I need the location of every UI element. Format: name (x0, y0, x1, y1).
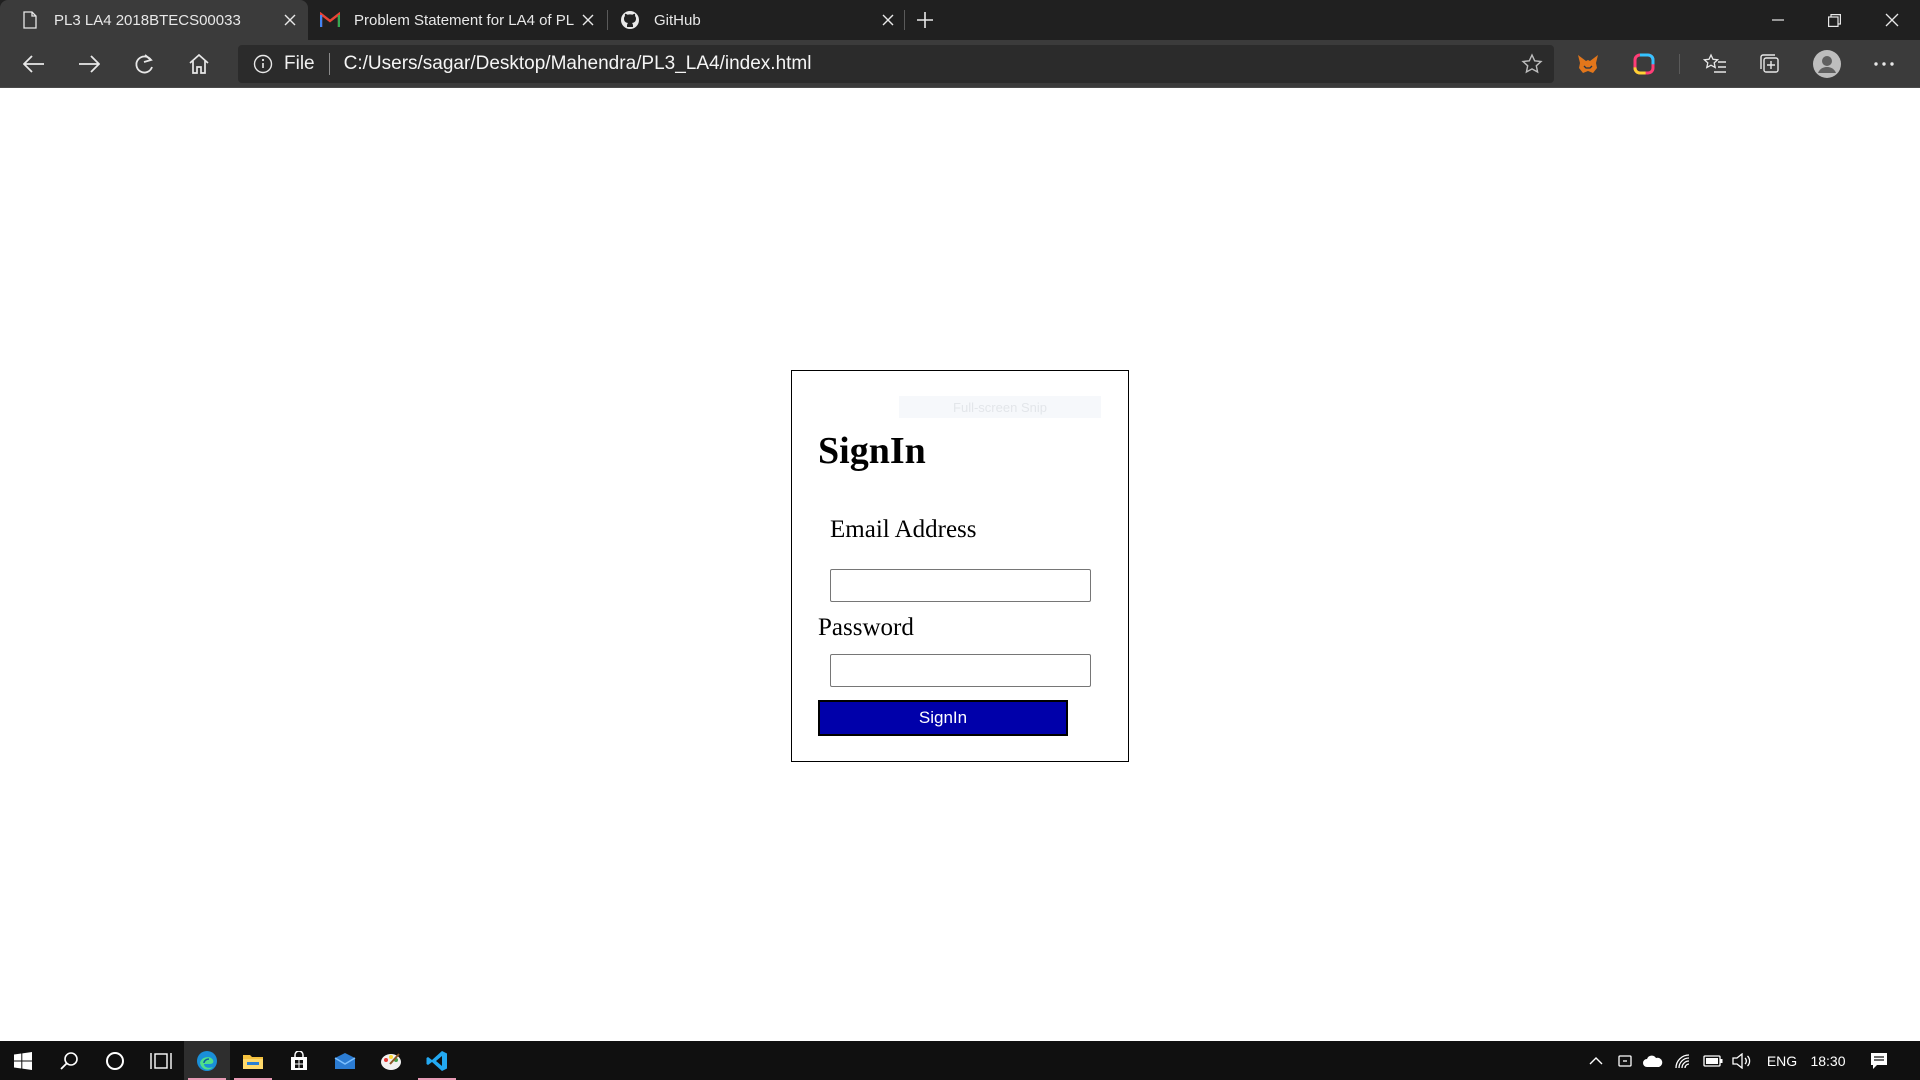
taskbar: ENG 18:30 (0, 1041, 1920, 1080)
search-icon[interactable] (46, 1041, 92, 1080)
wifi-icon[interactable] (1670, 1041, 1696, 1080)
forward-button[interactable] (71, 46, 107, 82)
home-button[interactable] (181, 46, 217, 82)
file-explorer-icon[interactable] (230, 1041, 276, 1080)
collections-icon[interactable] (1752, 46, 1788, 82)
paint-icon[interactable] (368, 1041, 414, 1080)
scheme-label: File (284, 53, 315, 74)
edge-taskbar-button[interactable] (184, 1041, 230, 1080)
battery-icon[interactable] (1700, 1041, 1726, 1080)
favorites-icon[interactable] (1697, 46, 1733, 82)
snip-overlay-label: Full-screen Snip (899, 396, 1101, 418)
close-window-button[interactable] (1864, 0, 1920, 40)
close-icon[interactable] (278, 8, 302, 32)
gmail-icon (320, 10, 340, 30)
page-icon (20, 10, 40, 30)
tab-title: Problem Statement for LA4 of PL (354, 11, 575, 29)
clock[interactable]: 18:30 (1806, 1041, 1850, 1080)
windows-start-icon[interactable] (0, 1041, 46, 1080)
meet-now-icon[interactable] (1612, 1041, 1638, 1080)
restore-button[interactable] (1806, 0, 1862, 40)
chevron-up-icon[interactable] (1582, 1041, 1610, 1080)
back-button[interactable] (16, 46, 52, 82)
cortana-icon[interactable] (92, 1041, 138, 1080)
url-text[interactable]: C:/Users/sagar/Desktop/Mahendra/PL3_LA4/… (344, 53, 812, 75)
minimize-button[interactable] (1750, 0, 1806, 40)
more-menu-icon[interactable] (1866, 46, 1902, 82)
page-content: Full-screen Snip SignIn Email Address Pa… (0, 89, 1920, 1041)
notification-icon[interactable] (1862, 1041, 1896, 1080)
onedrive-icon[interactable] (1640, 1041, 1666, 1080)
password-field[interactable] (830, 654, 1091, 687)
signin-heading: SignIn (818, 430, 926, 472)
address-divider (328, 53, 330, 75)
vscode-icon[interactable] (414, 1041, 460, 1080)
profile-avatar[interactable] (1809, 46, 1845, 82)
mail-icon[interactable] (322, 1041, 368, 1080)
favorite-star-icon[interactable] (1520, 52, 1544, 76)
signin-button[interactable]: SignIn (818, 700, 1068, 736)
close-icon[interactable] (876, 8, 900, 32)
tab-title: GitHub (654, 11, 701, 29)
address-bar[interactable]: File C:/Users/sagar/Desktop/Mahendra/PL3… (238, 45, 1554, 83)
email-field[interactable] (830, 569, 1091, 602)
tab-title: PL3 LA4 2018BTECS00033 (54, 11, 241, 29)
info-icon[interactable] (252, 53, 274, 75)
github-icon (620, 10, 640, 30)
tab-gmail[interactable]: Problem Statement for LA4 of PL (308, 0, 606, 40)
metamask-extension-icon[interactable] (1570, 46, 1606, 82)
password-label: Password (818, 614, 914, 641)
color-extension-icon[interactable] (1626, 46, 1662, 82)
language-indicator[interactable]: ENG (1760, 1041, 1804, 1080)
signin-form: Full-screen Snip SignIn Email Address Pa… (791, 370, 1129, 762)
volume-icon[interactable] (1728, 1041, 1756, 1080)
tab-github[interactable]: GitHub (608, 0, 906, 40)
new-tab-button[interactable] (910, 6, 940, 34)
refresh-button[interactable] (126, 46, 162, 82)
close-icon[interactable] (576, 8, 600, 32)
toolbar-separator (1679, 54, 1680, 74)
edge-icon (197, 1050, 217, 1071)
task-view-icon[interactable] (138, 1041, 184, 1080)
store-icon[interactable] (276, 1041, 322, 1080)
email-label: Email Address (830, 516, 977, 543)
tab-separator (904, 10, 905, 30)
tab-active[interactable]: PL3 LA4 2018BTECS00033 (0, 0, 308, 40)
browser-toolbar: File C:/Users/sagar/Desktop/Mahendra/PL3… (0, 40, 1920, 88)
tab-strip: PL3 LA4 2018BTECS00033 Problem Statement… (0, 0, 1920, 40)
